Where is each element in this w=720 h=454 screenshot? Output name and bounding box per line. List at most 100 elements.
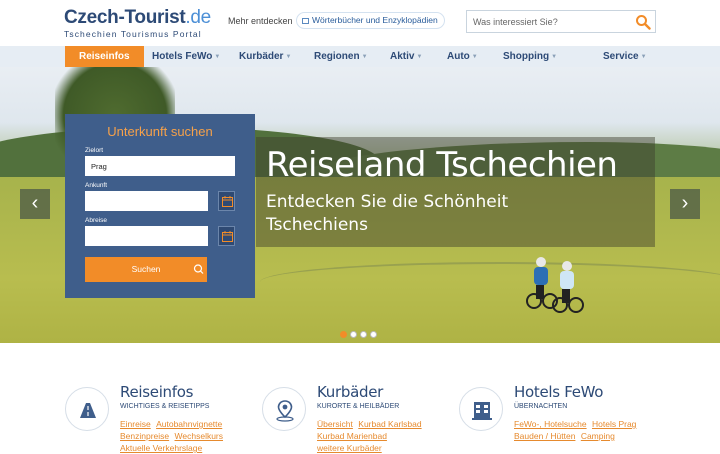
hero-cyclist xyxy=(526,257,558,313)
link-hotels-prag[interactable]: Hotels Prag xyxy=(592,419,636,429)
cyclist-jersey xyxy=(560,271,574,289)
dictionaries-link[interactable]: Wörterbücher und Enzyklopädien xyxy=(296,12,445,29)
slider-dots xyxy=(340,331,377,338)
search-icon[interactable] xyxy=(191,257,207,282)
arrival-label: Ankunft xyxy=(85,182,108,189)
site-logo[interactable]: Czech-Tourist.de Tschechien Tourismus Po… xyxy=(64,8,211,40)
link-bauden-huetten[interactable]: Bauden / Hütten xyxy=(514,431,575,441)
nav-reiseinfos[interactable]: Reiseinfos xyxy=(65,46,144,67)
book-icon xyxy=(302,17,309,24)
calendar-icon xyxy=(222,196,233,207)
site-search xyxy=(466,10,656,33)
booking-title: Unterkunft suchen xyxy=(107,124,213,139)
cyclist-helmet xyxy=(536,257,546,267)
accommodation-search-box: Unterkunft suchen Zielort Ankunft Abreis… xyxy=(65,114,255,298)
chevron-down-icon: ▼ xyxy=(361,54,368,60)
link-kurbad-marienbad[interactable]: Kurbad Marienbad xyxy=(317,431,387,441)
nav-label: Kurbäder xyxy=(239,51,284,62)
link-kurbad-karlsbad[interactable]: Kurbad Karlsbad xyxy=(358,419,421,429)
feature-links: Einreise Autobahnvignette Benzinpreise W… xyxy=(117,418,247,454)
spa-location-icon xyxy=(276,400,294,422)
slider-dot[interactable] xyxy=(350,331,357,338)
arrival-date-field[interactable] xyxy=(85,191,208,211)
departure-date-field[interactable] xyxy=(85,226,208,246)
nav-hotels-fewo[interactable]: Hotels FeWo ▼ xyxy=(152,46,220,67)
dictionaries-link-label: Wörterbücher und Enzyklopädien xyxy=(312,15,438,25)
nav-service[interactable]: Service ▼ xyxy=(603,46,647,67)
main-nav: Reiseinfos Hotels FeWo ▼ Kurbäder ▼ Region… xyxy=(0,46,720,67)
cyclist-helmet xyxy=(562,261,572,271)
chevron-down-icon: ▼ xyxy=(214,54,221,60)
link-weitere-kurbaeder[interactable]: weitere Kurbäder xyxy=(317,443,382,453)
hero-subtitle: Entdecken Sie die Schönheit Tschechiens xyxy=(266,192,509,235)
departure-calendar-button[interactable] xyxy=(218,226,235,246)
nav-label: Shopping xyxy=(503,51,550,62)
feature-title[interactable]: Kurbäder xyxy=(317,383,383,401)
slider-next-button[interactable]: › xyxy=(670,189,700,219)
hero-caption: Reiseland Tschechien Entdecken Sie die S… xyxy=(256,137,655,247)
hero-title: Reiseland Tschechien xyxy=(266,145,618,185)
logo-text: Czech-Tourist.de xyxy=(64,8,211,28)
nav-aktiv[interactable]: Aktiv ▼ xyxy=(390,46,422,67)
feature-subtitle: ÜBERNACHTEN xyxy=(514,403,568,410)
link-benzinpreise[interactable]: Benzinpreise xyxy=(120,431,169,441)
arrival-calendar-button[interactable] xyxy=(218,191,235,211)
site-header: Czech-Tourist.de Tschechien Tourismus Po… xyxy=(0,0,720,46)
bike-wheel xyxy=(568,297,584,313)
chevron-left-icon: ‹ xyxy=(31,192,39,214)
link-camping[interactable]: Camping xyxy=(581,431,615,441)
chevron-down-icon: ▼ xyxy=(471,54,478,60)
feature-title[interactable]: Hotels FeWo xyxy=(514,383,603,401)
hero-path xyxy=(260,262,720,302)
chevron-right-icon: › xyxy=(681,192,689,214)
logo-name: Czech-Tourist xyxy=(64,7,186,28)
slider-dot[interactable] xyxy=(360,331,367,338)
destination-label: Zielort xyxy=(85,147,104,154)
nav-label: Service xyxy=(603,51,639,62)
nav-label: Hotels FeWo xyxy=(152,51,213,62)
link-verkehrslage[interactable]: Aktuelle Verkehrslage xyxy=(120,443,202,453)
hero-cyclist xyxy=(552,261,584,317)
calendar-icon xyxy=(222,231,233,242)
search-icon[interactable] xyxy=(635,14,651,30)
link-einreise[interactable]: Einreise xyxy=(120,419,151,429)
link-autobahnvignette[interactable]: Autobahnvignette xyxy=(156,419,222,429)
feature-title[interactable]: Reiseinfos xyxy=(120,383,193,401)
slider-dot[interactable] xyxy=(370,331,377,338)
chevron-down-icon: ▼ xyxy=(640,54,647,60)
bike-wheel xyxy=(552,297,568,313)
feature-links: Übersicht Kurbad Karlsbad Kurbad Marienb… xyxy=(314,418,444,454)
feature-icon-circle xyxy=(262,387,306,431)
highway-icon xyxy=(80,403,96,418)
nav-auto[interactable]: Auto ▼ xyxy=(447,46,478,67)
search-accommodation-button[interactable]: Suchen xyxy=(85,257,207,282)
feature-icon-circle xyxy=(459,387,503,431)
chevron-down-icon: ▼ xyxy=(551,54,558,60)
destination-field[interactable] xyxy=(85,156,235,176)
nav-kurbaeder[interactable]: Kurbäder ▼ xyxy=(239,46,291,67)
chevron-down-icon: ▼ xyxy=(416,54,423,60)
chevron-down-icon: ▼ xyxy=(285,54,292,60)
link-uebersicht[interactable]: Übersicht xyxy=(317,419,353,429)
search-input[interactable] xyxy=(467,11,627,32)
nav-label: Regionen xyxy=(314,51,360,62)
departure-label: Abreise xyxy=(85,217,108,224)
nav-label: Auto xyxy=(447,51,470,62)
hotel-icon xyxy=(472,402,492,420)
nav-label: Aktiv xyxy=(390,51,415,62)
logo-tld: .de xyxy=(185,7,211,28)
nav-label: Reiseinfos xyxy=(79,51,130,62)
nav-shopping[interactable]: Shopping ▼ xyxy=(503,46,557,67)
feature-subtitle: WICHTIGES & REISETIPPS xyxy=(120,403,210,410)
slider-dot[interactable] xyxy=(340,331,347,338)
link-wechselkurs[interactable]: Wechselkurs xyxy=(175,431,224,441)
feature-links: FeWo-, Hotelsuche Hotels Prag Bauden / H… xyxy=(511,418,651,442)
nav-regionen[interactable]: Regionen ▼ xyxy=(314,46,368,67)
cyclist-jersey xyxy=(534,267,548,285)
logo-tagline: Tschechien Tourismus Portal xyxy=(64,29,202,39)
feature-subtitle: KURORTE & HEILBÄDER xyxy=(317,403,400,410)
feature-icon-circle xyxy=(65,387,109,431)
bike-wheel xyxy=(526,293,542,309)
link-fewo-hotelsuche[interactable]: FeWo-, Hotelsuche xyxy=(514,419,587,429)
slider-prev-button[interactable]: ‹ xyxy=(20,189,50,219)
